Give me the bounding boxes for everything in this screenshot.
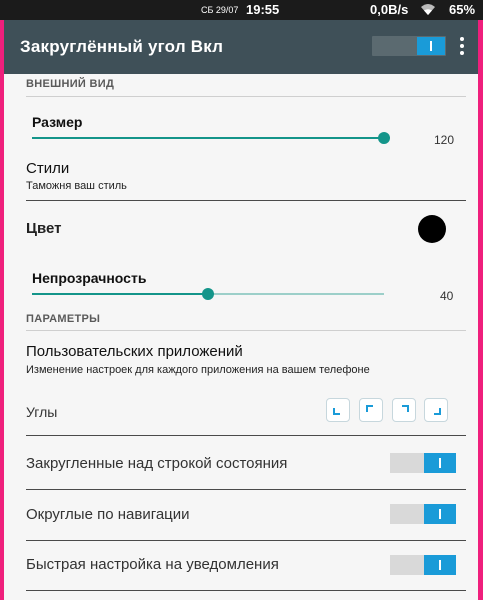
toggle-quick-settings-switch[interactable] [390,555,456,575]
divider [26,590,466,591]
divider [26,330,466,331]
settings-list: ВНЕШНИЙ ВИД Размер 120 Стили Таможня ваш… [4,74,478,600]
opacity-value: 40 [440,289,454,303]
size-value: 120 [434,133,455,147]
switch-knob [424,453,456,473]
main-enable-switch[interactable] [372,36,446,56]
status-bar: СБ 29/07 19:55 0,0B/s 65% [0,0,483,20]
battery-level: 65% [449,2,476,17]
opacity-label: Непрозрачность [32,270,147,286]
app-toolbar: Закруглённый угол Вкл [4,20,478,74]
corner-top-left-icon [366,405,373,412]
corners-label: Углы [26,404,58,420]
network-speed: 0,0B/s [370,2,409,17]
toggle-statusbar-label: Закругленные над строкой состояния [26,455,288,472]
corner-top-left-button[interactable] [359,398,383,422]
opacity-slider[interactable] [32,288,384,300]
corner-bottom-right-icon [434,408,441,415]
opacity-slider-fill [32,293,208,295]
corner-top-right-icon [402,405,409,412]
section-header-parameters: ПАРАМЕТРЫ [26,313,101,325]
section-header-appearance: ВНЕШНИЙ ВИД [26,78,115,90]
toggle-statusbar-switch[interactable] [390,453,456,473]
overflow-menu-icon[interactable] [454,34,470,58]
status-time: 19:55 [246,2,280,17]
divider [26,435,466,436]
divider [26,489,466,490]
toggle-quick-settings-label: Быстрая настройка на уведомления [26,556,279,573]
switch-knob [424,555,456,575]
switch-knob [424,504,456,524]
size-slider[interactable] [32,132,390,144]
color-swatch[interactable] [418,215,446,243]
corner-top-right-button[interactable] [392,398,416,422]
styles-summary: Таможня ваш стиль [26,180,127,192]
switch-knob [417,37,445,55]
size-slider-thumb[interactable] [378,132,390,144]
wifi-icon [421,4,435,15]
corner-bottom-right-button[interactable] [424,398,448,422]
divider [26,540,466,541]
user-apps-title[interactable]: Пользовательских приложений [26,343,243,360]
toggle-navigation-label: Округлые по навигации [26,506,190,523]
corner-bottom-left-icon [333,408,340,415]
user-apps-summary: Изменение настроек для каждого приложени… [26,364,370,376]
divider [26,96,466,97]
size-slider-fill [32,137,388,139]
styles-title[interactable]: Стили [26,160,69,177]
corner-bottom-left-button[interactable] [326,398,350,422]
size-label: Размер [32,114,83,130]
app-title: Закруглённый угол Вкл [20,37,224,56]
color-label: Цвет [26,220,62,237]
status-date: СБ 29/07 [201,5,239,15]
toggle-navigation-switch[interactable] [390,504,456,524]
opacity-slider-thumb[interactable] [202,288,214,300]
divider [26,200,466,201]
